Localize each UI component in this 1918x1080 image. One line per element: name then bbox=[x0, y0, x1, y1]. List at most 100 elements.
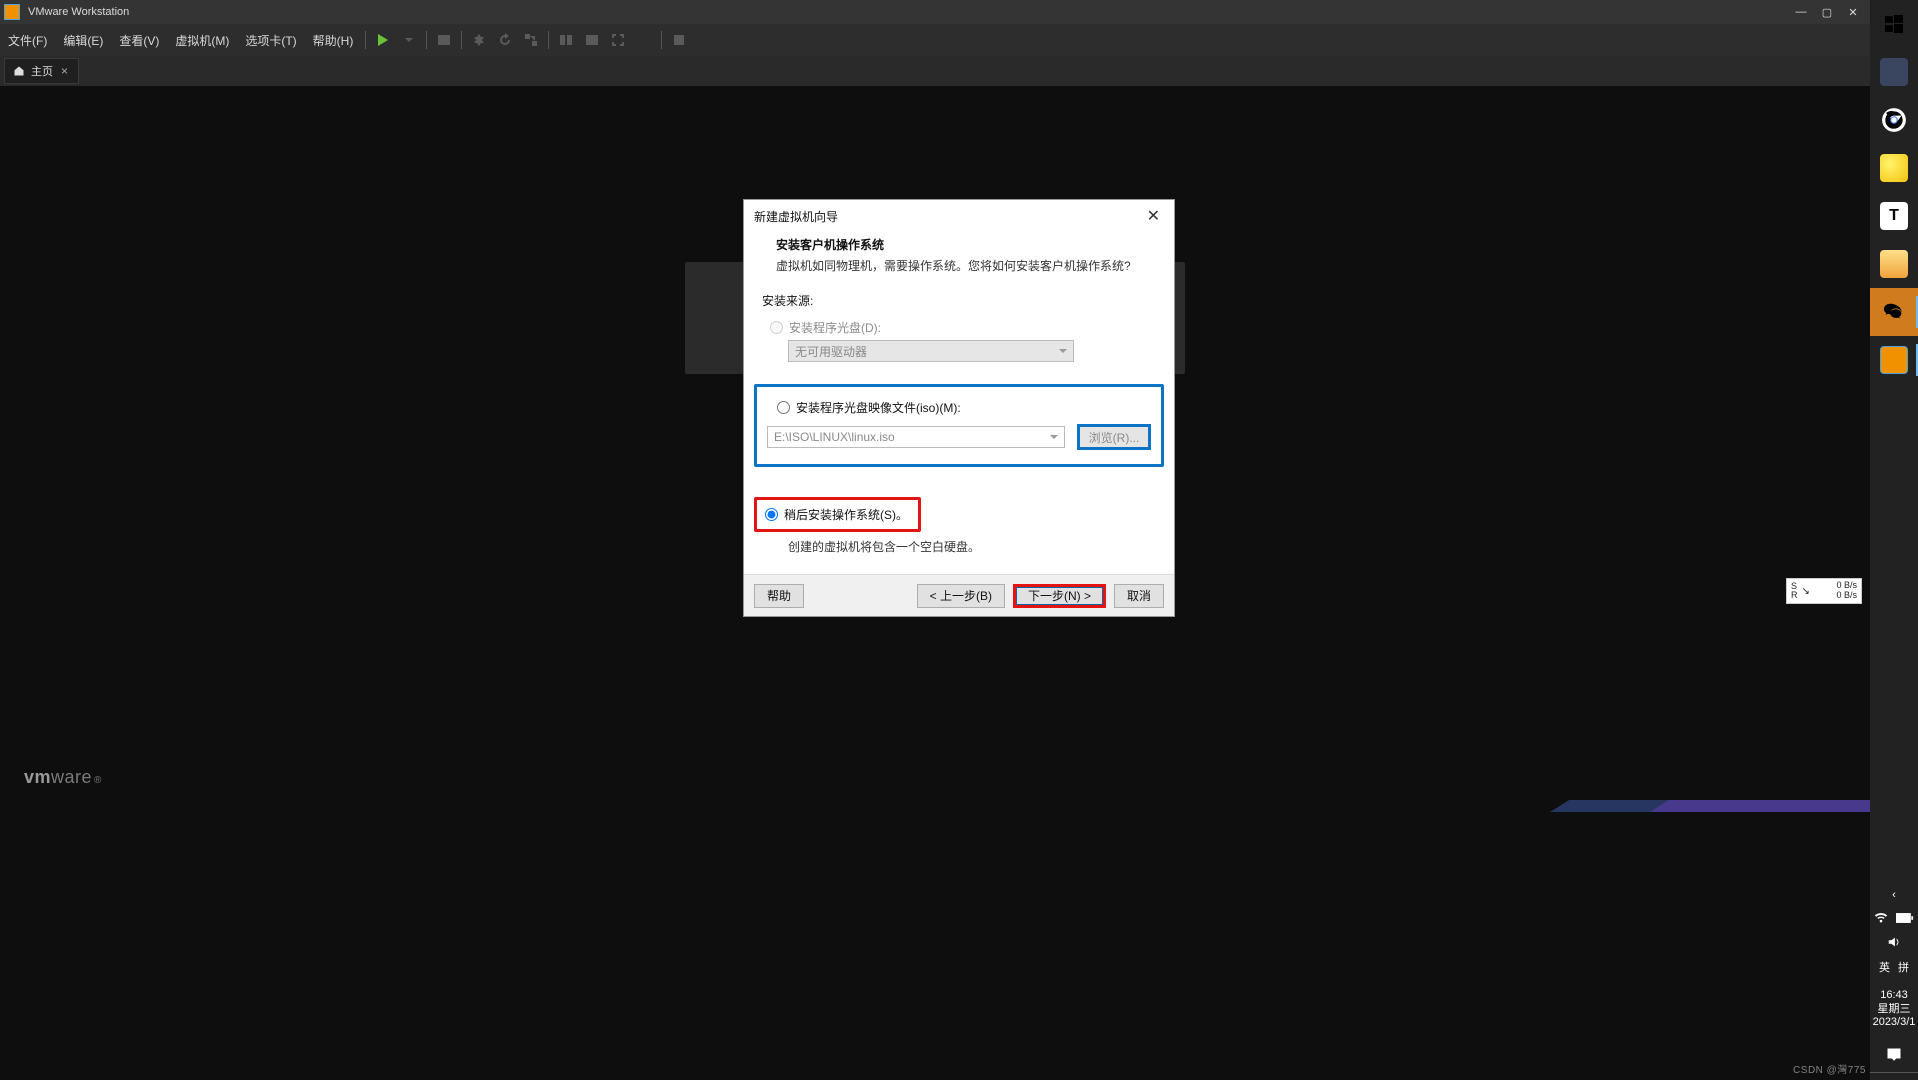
menu-tabs[interactable]: 选项卡(T) bbox=[237, 24, 304, 56]
option-disc-label: 安装程序光盘(D): bbox=[789, 319, 881, 336]
taskbar-app-generic[interactable] bbox=[1870, 48, 1918, 96]
tray-net-battery[interactable] bbox=[1870, 911, 1918, 925]
clock-time: 16:43 bbox=[1873, 989, 1916, 1003]
tray-clock[interactable]: 16:43 星期三 2023/3/1 bbox=[1873, 985, 1916, 1036]
window-title: VMware Workstation bbox=[28, 6, 129, 18]
unity-icon[interactable] bbox=[631, 27, 657, 53]
view-multi-icon[interactable] bbox=[579, 27, 605, 53]
maximize-button[interactable]: ▢ bbox=[1814, 0, 1840, 24]
wizard-body: 安装来源: 安装程序光盘(D): 无可用驱动器 安装程序光盘映像文件(iso)(… bbox=[744, 284, 1174, 574]
option-later[interactable]: 稍后安装操作系统(S)。 bbox=[765, 506, 908, 523]
radio-iso[interactable] bbox=[777, 401, 790, 414]
system-tray: ‹ 英 拼 16:43 星期三 2023/3/1 bbox=[1870, 889, 1918, 1080]
cancel-button[interactable]: 取消 bbox=[1114, 584, 1164, 608]
option-later-label: 稍后安装操作系统(S)。 bbox=[784, 506, 908, 523]
power-dropdown-icon[interactable] bbox=[396, 27, 422, 53]
menu-file[interactable]: 文件(F) bbox=[0, 24, 55, 56]
revert-icon[interactable] bbox=[492, 27, 518, 53]
vmware-menubar: 文件(F) 编辑(E) 查看(V) 虚拟机(M) 选项卡(T) 帮助(H) bbox=[0, 24, 1870, 56]
manage-snapshots-icon[interactable] bbox=[518, 27, 544, 53]
taskbar-app-explorer[interactable] bbox=[1870, 240, 1918, 288]
vmware-logo-icon bbox=[4, 4, 20, 20]
ime-lang: 英 bbox=[1879, 959, 1890, 975]
ns-label-r: R bbox=[1791, 591, 1798, 600]
later-hint: 创建的虚拟机将包含一个空白硬盘。 bbox=[788, 538, 1158, 555]
option-iso[interactable]: 安装程序光盘映像文件(iso)(M): bbox=[777, 399, 1151, 416]
taskbar-app-text[interactable]: T bbox=[1870, 192, 1918, 240]
ns-up: 0 B/s bbox=[1836, 591, 1857, 601]
net-speed-widget[interactable]: S R ↘ 0 B/s 0 B/s bbox=[1786, 578, 1862, 604]
clock-weekday: 星期三 bbox=[1873, 1003, 1916, 1017]
battery-icon bbox=[1896, 912, 1914, 924]
menu-vm[interactable]: 虚拟机(M) bbox=[167, 24, 237, 56]
wifi-icon bbox=[1874, 911, 1888, 925]
taskbar-app-vmware[interactable] bbox=[1870, 336, 1918, 384]
tab-home[interactable]: 主页 × bbox=[4, 58, 79, 84]
help-label: 帮助 bbox=[767, 587, 791, 604]
iso-path-field: E:\ISO\LINUX\linux.iso bbox=[767, 426, 1065, 448]
start-button[interactable] bbox=[1870, 0, 1918, 48]
install-source-label: 安装来源: bbox=[762, 292, 1158, 309]
home-icon bbox=[13, 65, 25, 77]
minimize-button[interactable]: — bbox=[1788, 0, 1814, 24]
t-app-icon: T bbox=[1880, 202, 1908, 230]
taskbar-app-yellow[interactable] bbox=[1870, 144, 1918, 192]
radio-later[interactable] bbox=[765, 508, 778, 521]
watermark: CSDN @灣775 bbox=[1793, 1061, 1866, 1076]
taskbar-app-wechat[interactable] bbox=[1870, 288, 1918, 336]
snapshot-icon[interactable] bbox=[466, 27, 492, 53]
iso-highlight-box: 安装程序光盘映像文件(iso)(M): E:\ISO\LINUX\linux.i… bbox=[754, 384, 1164, 467]
wizard-subheading: 虚拟机如同物理机，需要操作系统。您将如何安装客户机操作系统? bbox=[776, 257, 1158, 274]
vmware-titlebar: VMware Workstation — ▢ ✕ bbox=[0, 0, 1870, 24]
send-cad-icon[interactable] bbox=[431, 27, 457, 53]
fullscreen-icon[interactable] bbox=[605, 27, 631, 53]
view-single-icon[interactable] bbox=[553, 27, 579, 53]
tray-volume[interactable] bbox=[1870, 935, 1918, 949]
wizard-heading: 安装客户机操作系统 bbox=[776, 236, 1158, 253]
chevron-left-icon: ‹ bbox=[1892, 889, 1896, 901]
disc-drive-value: 无可用驱动器 bbox=[795, 343, 867, 360]
wizard-footer: 帮助 < 上一步(B) 下一步(N) > 取消 bbox=[744, 574, 1174, 616]
volume-icon bbox=[1887, 935, 1901, 949]
tab-close-icon[interactable]: × bbox=[59, 64, 70, 78]
back-button[interactable]: < 上一步(B) bbox=[917, 584, 1005, 608]
vmware-brand: vmware® bbox=[24, 767, 102, 788]
notification-icon bbox=[1886, 1046, 1902, 1062]
ime-mode: 拼 bbox=[1898, 959, 1909, 975]
vmware-tabstrip: 主页 × bbox=[0, 56, 1870, 86]
tray-notifications[interactable] bbox=[1870, 1046, 1918, 1062]
close-button[interactable]: ✕ bbox=[1840, 0, 1866, 24]
tray-chevron[interactable]: ‹ bbox=[1870, 889, 1918, 901]
taskbar-app-chrome[interactable] bbox=[1870, 96, 1918, 144]
iso-path-value: E:\ISO\LINUX\linux.iso bbox=[774, 430, 895, 444]
help-button[interactable]: 帮助 bbox=[754, 584, 804, 608]
radio-disc bbox=[770, 321, 783, 334]
vmware-icon bbox=[1880, 346, 1908, 374]
brand-ware: ware bbox=[51, 767, 92, 788]
yellow-app-icon bbox=[1880, 154, 1908, 182]
browse-label: 浏览(R)... bbox=[1089, 429, 1140, 446]
power-on-icon[interactable] bbox=[370, 27, 396, 53]
option-installer-disc: 安装程序光盘(D): bbox=[770, 319, 1158, 336]
wizard-close-icon[interactable]: ✕ bbox=[1143, 202, 1164, 230]
menu-edit[interactable]: 编辑(E) bbox=[55, 24, 111, 56]
cancel-label: 取消 bbox=[1127, 587, 1151, 604]
later-highlight-box: 稍后安装操作系统(S)。 bbox=[754, 497, 921, 532]
taskbar-apps: T bbox=[1870, 48, 1918, 384]
disc-drive-combobox: 无可用驱动器 bbox=[788, 340, 1074, 362]
wizard-header: 安装客户机操作系统 虚拟机如同物理机，需要操作系统。您将如何安装客户机操作系统? bbox=[744, 232, 1174, 284]
next-button[interactable]: 下一步(N) > bbox=[1013, 584, 1106, 608]
option-iso-label: 安装程序光盘映像文件(iso)(M): bbox=[796, 399, 961, 416]
browse-button: 浏览(R)... bbox=[1077, 424, 1151, 450]
menu-view[interactable]: 查看(V) bbox=[111, 24, 167, 56]
brand-vm: vm bbox=[24, 767, 51, 788]
menu-help[interactable]: 帮助(H) bbox=[305, 24, 362, 56]
console-icon[interactable] bbox=[666, 27, 692, 53]
ns-arrow-icon: ↘ bbox=[1802, 586, 1810, 597]
clock-date: 2023/3/1 bbox=[1873, 1016, 1916, 1030]
show-desktop-button[interactable] bbox=[1870, 1072, 1918, 1076]
tray-ime[interactable]: 英 拼 bbox=[1870, 959, 1918, 975]
brand-r: ® bbox=[94, 775, 102, 786]
new-vm-wizard: 新建虚拟机向导 ✕ 安装客户机操作系统 虚拟机如同物理机，需要操作系统。您将如何… bbox=[743, 199, 1175, 617]
windows-taskbar: T ‹ 英 拼 16:43 星期三 2023/3/1 bbox=[1870, 0, 1918, 1080]
